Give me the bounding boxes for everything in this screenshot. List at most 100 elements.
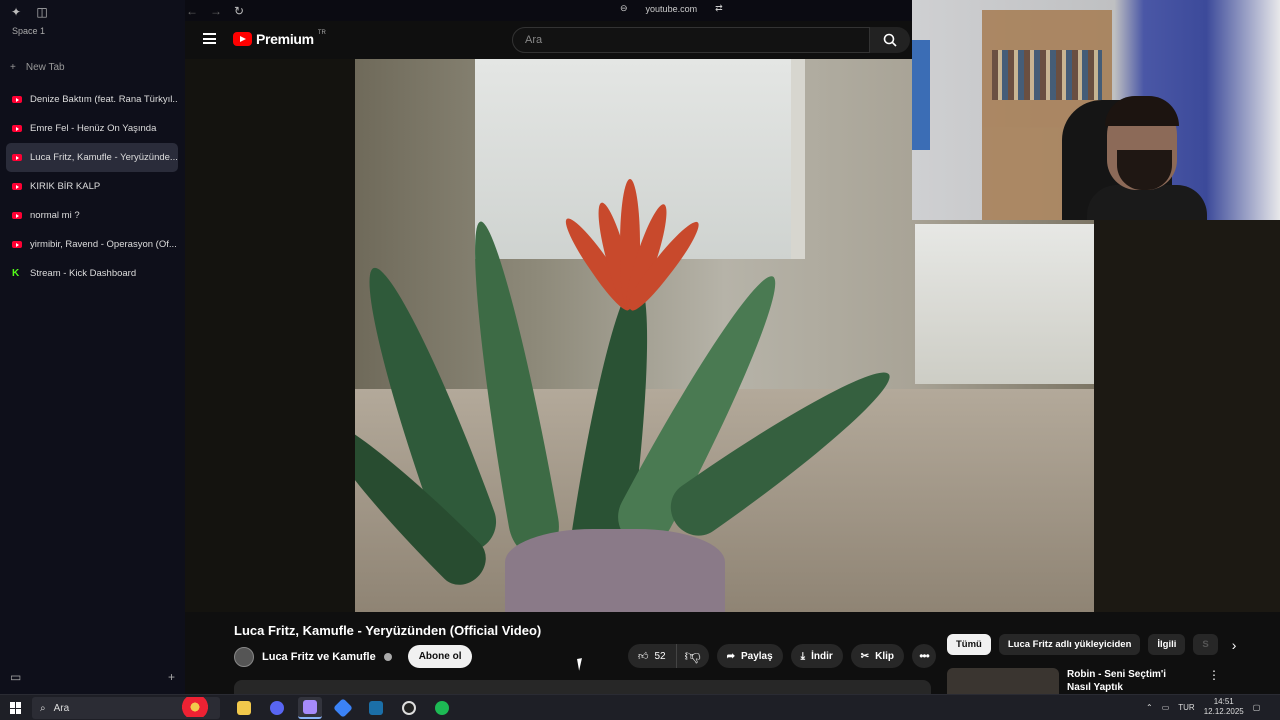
sidebar-toggle-icon[interactable]: ◫ [34, 4, 50, 20]
video-title: Luca Fritz, Kamufle - Yeryüzünden (Offic… [234, 623, 542, 638]
tab-label: yirmibir, Ravend - Operasyon (Of... [30, 239, 177, 250]
youtube-icon [12, 241, 22, 248]
file-explorer-icon[interactable] [232, 697, 256, 719]
mouse-cursor [577, 657, 589, 671]
clip-label: Klip [875, 650, 895, 662]
obs-icon[interactable] [397, 697, 421, 719]
thumbs-up-icon: 👍︎ [638, 651, 649, 662]
tab-item[interactable]: normal mi ? [6, 201, 178, 230]
tab-item-active[interactable]: Luca Fritz, Kamufle - Yeryüzünde... [6, 143, 178, 172]
avatar[interactable] [234, 646, 254, 667]
youtube-icon [12, 154, 22, 161]
like-count: 52 [654, 650, 666, 662]
browser-sidebar: ✦ ◫ Space 1 + New Tab Denize Baktım (fea… [0, 0, 185, 694]
sidebar-menu-icon[interactable]: ✦ [8, 4, 24, 20]
channel-name[interactable]: Luca Fritz ve Kamufle [262, 651, 376, 663]
logo-country: TR [317, 30, 326, 36]
youtube-header: Premium TR Ara [185, 21, 912, 59]
youtube-logo[interactable]: Premium TR [233, 30, 326, 47]
youtube-icon [12, 125, 22, 132]
video-right-dark [1094, 219, 1280, 612]
chip-all[interactable]: Tümü [947, 634, 991, 655]
system-tray: ⌃ ▭ TUR 14:51 12.12.2025 ▢ [1146, 697, 1260, 717]
windows-start-icon[interactable] [10, 702, 22, 714]
subscribe-button[interactable]: Abone ol [407, 645, 473, 668]
webcam-overlay [912, 0, 1280, 220]
download-label: İndir [811, 650, 833, 662]
spotify-icon[interactable] [430, 697, 454, 719]
clip-button[interactable]: ✂ Klip [850, 644, 905, 668]
flower [558, 79, 706, 316]
new-tab-button[interactable]: + New Tab [10, 62, 65, 73]
youtube-play-icon [233, 32, 252, 46]
plus-icon: + [10, 62, 16, 73]
reload-icon[interactable]: ↻ [234, 4, 244, 18]
youtube-icon [12, 183, 22, 190]
discord-icon[interactable] [265, 697, 289, 719]
menu-icon[interactable] [203, 33, 216, 44]
scissors-icon: ✂ [860, 650, 870, 662]
address-bar[interactable]: ⊖ youtube.com ⇄ [620, 3, 723, 14]
download-button[interactable]: ⤓ İndir [790, 644, 843, 668]
thumbs-down-icon: 👎︎ [684, 647, 701, 665]
chip-more[interactable]: S [1193, 634, 1218, 655]
recommendation-chips: Tümü Luca Fritz adlı yükleyiciden İlgili… [947, 634, 1236, 655]
new-tab-label: New Tab [25, 62, 65, 73]
site-info-icon[interactable]: ⊖ [620, 3, 628, 14]
notification-icon[interactable]: ▢ [1253, 703, 1261, 712]
site-settings-icon[interactable]: ⇄ [715, 3, 723, 14]
back-icon[interactable]: ← [186, 4, 198, 18]
clock[interactable]: 14:51 12.12.2025 [1204, 697, 1244, 717]
description-box[interactable] [234, 680, 931, 694]
more-icon: ••• [919, 649, 930, 663]
youtube-icon [12, 96, 22, 103]
share-icon: ➦ [726, 650, 735, 662]
taskbar-search-placeholder: Ara [53, 702, 70, 714]
verified-icon [383, 652, 392, 661]
search-input[interactable]: Ara [512, 27, 870, 53]
recommendation-title[interactable]: Robin - Seni Seçtim'i Nasıl Yaptık [1067, 668, 1192, 694]
add-icon[interactable]: + [168, 670, 175, 684]
language-indicator[interactable]: TUR [1178, 703, 1194, 712]
share-button[interactable]: ➦ Paylaş [716, 644, 783, 668]
steam-icon[interactable] [364, 697, 388, 719]
search-highlight-icon [176, 697, 214, 717]
video-actions: 👍︎ 52 👎︎ ➦ Paylaş ⤓ İndir ✂ Klip ••• [628, 644, 937, 668]
git-icon[interactable] [331, 697, 355, 719]
kick-icon: K [12, 267, 20, 279]
tab-item[interactable]: Emre Fel - Henüz On Yaşında [6, 114, 178, 143]
network-icon[interactable]: ▭ [1162, 703, 1170, 712]
tab-item[interactable]: KIRIK BİR KALP [6, 172, 178, 201]
search-icon [883, 33, 897, 47]
tab-item[interactable]: K Stream - Kick Dashboard [6, 259, 178, 288]
like-button[interactable]: 👍︎ 52 [628, 644, 677, 668]
chevron-up-icon[interactable]: ⌃ [1146, 703, 1153, 712]
chevron-right-icon[interactable]: › [1232, 637, 1237, 653]
youtube-icon [12, 212, 22, 219]
tab-label: normal mi ? [30, 210, 80, 221]
tab-label: Stream - Kick Dashboard [30, 268, 137, 279]
archive-icon[interactable]: ▭ [10, 670, 21, 684]
chip-related[interactable]: İlgili [1148, 634, 1186, 655]
dislike-button[interactable]: 👎︎ [677, 644, 709, 668]
download-icon: ⤓ [800, 650, 806, 662]
tab-item[interactable]: Denize Baktım (feat. Rana Türkyıl... [6, 85, 178, 114]
forward-icon[interactable]: → [210, 4, 222, 18]
space-label: Space 1 [12, 26, 46, 36]
tab-list: Denize Baktım (feat. Rana Türkyıl... Emr… [6, 85, 178, 288]
tab-label: KIRIK BİR KALP [30, 181, 101, 192]
clock-date: 12.12.2025 [1203, 707, 1244, 716]
video-window-bg-2 [915, 224, 1094, 384]
recommendation-menu-icon[interactable]: ⋮ [1208, 668, 1220, 682]
recommendation-thumbnail[interactable] [947, 668, 1059, 694]
channel-row: Luca Fritz ve Kamufle Abone ol [234, 645, 473, 668]
search-icon: ⌕ [40, 702, 46, 714]
recommendation-item[interactable]: Robin - Seni Seçtim'i Nasıl Yaptık [947, 668, 1192, 694]
chip-uploader[interactable]: Luca Fritz adlı yükleyiciden [998, 634, 1141, 655]
search-button[interactable] [870, 27, 910, 53]
logo-text: Premium [256, 31, 314, 47]
tab-item[interactable]: yirmibir, Ravend - Operasyon (Of... [6, 230, 178, 259]
more-actions-button[interactable]: ••• [912, 644, 937, 668]
browser-icon[interactable] [298, 697, 322, 719]
tab-label: Luca Fritz, Kamufle - Yeryüzünde... [30, 152, 178, 163]
